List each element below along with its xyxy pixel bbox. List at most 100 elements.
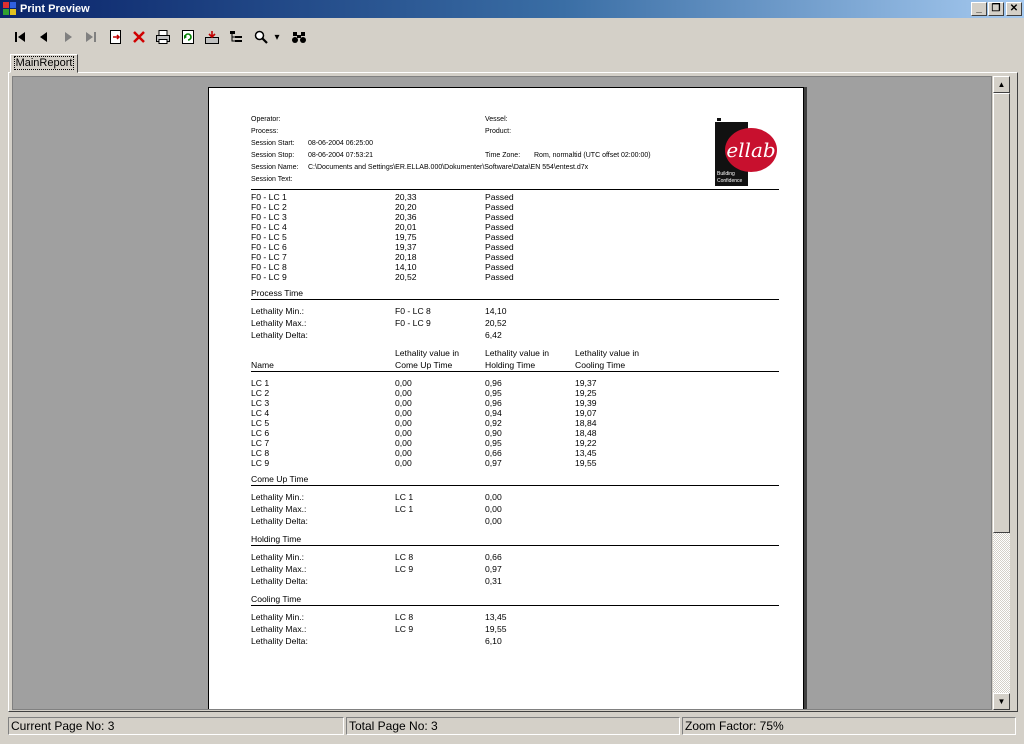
table-cell: LC 2	[251, 388, 270, 398]
app-icon[interactable]	[2, 1, 18, 17]
f0-status: Passed	[485, 272, 514, 282]
divider	[251, 189, 779, 190]
restore-button[interactable]: ❐	[988, 2, 1004, 16]
cooling-delta-label: Lethality Delta:	[251, 636, 308, 646]
f0-status: Passed	[485, 192, 514, 202]
zoom-factor-status: Zoom Factor: 75%	[682, 717, 1016, 735]
table-cell: LC 1	[251, 378, 270, 388]
operator-label: Operator:	[251, 116, 281, 123]
vertical-scrollbar[interactable]: ▲ ▼	[993, 76, 1010, 710]
table-cell: 19,22	[575, 438, 597, 448]
table-cell: 19,07	[575, 408, 597, 418]
divider	[251, 545, 779, 546]
refresh-button[interactable]	[178, 27, 198, 47]
col-cooling-header: Cooling Time	[575, 360, 626, 370]
f0-status: Passed	[485, 222, 514, 232]
logo-tagline-1: Building	[717, 171, 735, 177]
refresh-icon	[182, 30, 194, 44]
f0-value: 20,52	[395, 272, 417, 282]
comeup-delta-label: Lethality Delta:	[251, 516, 308, 526]
col-holding-header: Lethality value in	[485, 348, 550, 358]
holding-time-title: Holding Time	[251, 534, 302, 544]
magnifier-icon	[254, 30, 268, 44]
zoom-button[interactable]	[251, 27, 271, 47]
report-page: Operator: Process: Session Start: 08-06-…	[208, 87, 804, 709]
f0-name: F0 - LC 7	[251, 252, 287, 262]
comeup-delta-value: 0,00	[485, 516, 502, 526]
printer-icon	[156, 30, 170, 44]
f0-status: Passed	[485, 232, 514, 242]
minimize-button[interactable]: _	[971, 2, 987, 16]
f0-status: Passed	[485, 262, 514, 272]
toolbar: ▾	[0, 18, 1024, 54]
f0-name: F0 - LC 4	[251, 222, 287, 232]
search-button[interactable]	[289, 27, 309, 47]
tab-main-report[interactable]: MainReport	[10, 54, 78, 73]
report-viewer[interactable]: Operator: Process: Session Start: 08-06-…	[12, 76, 992, 710]
scroll-up-button[interactable]: ▲	[993, 76, 1010, 93]
cooling-delta-value: 6,10	[485, 636, 502, 646]
tab-label: MainReport	[13, 56, 75, 70]
cooling-max-source: LC 9	[395, 624, 414, 634]
table-cell: LC 7	[251, 438, 270, 448]
col-comeup-header: Lethality value in	[395, 348, 460, 358]
group-tree-icon	[230, 31, 242, 42]
export-icon	[205, 31, 219, 44]
table-cell: 0,95	[485, 388, 502, 398]
col-name-header: Name	[251, 360, 274, 370]
next-page-icon	[65, 32, 72, 42]
f0-value: 19,75	[395, 232, 417, 242]
table-cell: LC 6	[251, 428, 270, 438]
table-cell: 0,90	[485, 428, 502, 438]
vessel-label: Vessel:	[485, 116, 508, 123]
table-cell: 0,96	[485, 398, 502, 408]
comeup-max-label: Lethality Max.:	[251, 504, 307, 514]
f0-status: Passed	[485, 252, 514, 262]
process-min-source: F0 - LC 8	[395, 306, 431, 316]
logo-brand-text: ellab	[726, 138, 775, 162]
session-text-label: Session Text:	[251, 176, 293, 183]
comeup-min-label: Lethality Min.:	[251, 492, 305, 502]
table-cell: 0,00	[395, 438, 412, 448]
table-cell: LC 5	[251, 418, 270, 428]
first-page-icon	[15, 32, 25, 42]
process-max-value: 20,52	[485, 318, 507, 328]
holding-max-source: LC 9	[395, 564, 414, 574]
binoculars-icon	[292, 32, 306, 43]
f0-name: F0 - LC 3	[251, 212, 287, 222]
close-window-button[interactable]: ✕	[1006, 2, 1022, 16]
previous-page-icon	[40, 32, 47, 42]
export-button[interactable]	[202, 27, 222, 47]
col-holding-header: Holding Time	[485, 360, 536, 370]
table-cell: 19,25	[575, 388, 597, 398]
go-to-page-button[interactable]	[106, 27, 126, 47]
previous-page-button[interactable]	[34, 27, 54, 47]
scroll-down-button[interactable]: ▼	[993, 693, 1010, 710]
close-report-button[interactable]	[129, 27, 149, 47]
session-name-label: Session Name:	[251, 164, 299, 171]
table-cell: 18,84	[575, 418, 597, 428]
f0-name: F0 - LC 8	[251, 262, 287, 272]
process-max-label: Lethality Max.:	[251, 318, 307, 328]
scrollbar-thumb[interactable]	[993, 93, 1010, 533]
zoom-dropdown-button[interactable]: ▾	[271, 27, 283, 47]
f0-status: Passed	[485, 212, 514, 222]
time-zone-value: Rom, normaltid (UTC offset 02:00:00)	[534, 152, 651, 159]
first-page-button[interactable]	[10, 27, 30, 47]
table-cell: 18,48	[575, 428, 597, 438]
next-page-button[interactable]	[58, 27, 78, 47]
table-cell: LC 3	[251, 398, 270, 408]
comeup-max-value: 0,00	[485, 504, 502, 514]
toggle-group-tree-button[interactable]	[226, 27, 246, 47]
session-stop-value: 08-06-2004 07:53:21	[308, 152, 373, 159]
table-cell: 19,39	[575, 398, 597, 408]
table-cell: 0,00	[395, 448, 412, 458]
f0-status: Passed	[485, 202, 514, 212]
table-cell: 0,00	[395, 388, 412, 398]
table-cell: LC 4	[251, 408, 270, 418]
last-page-button[interactable]	[81, 27, 101, 47]
cooling-min-source: LC 8	[395, 612, 414, 622]
current-page-status: Current Page No: 3	[8, 717, 344, 735]
comeup-min-source: LC 1	[395, 492, 414, 502]
print-button[interactable]	[153, 27, 173, 47]
